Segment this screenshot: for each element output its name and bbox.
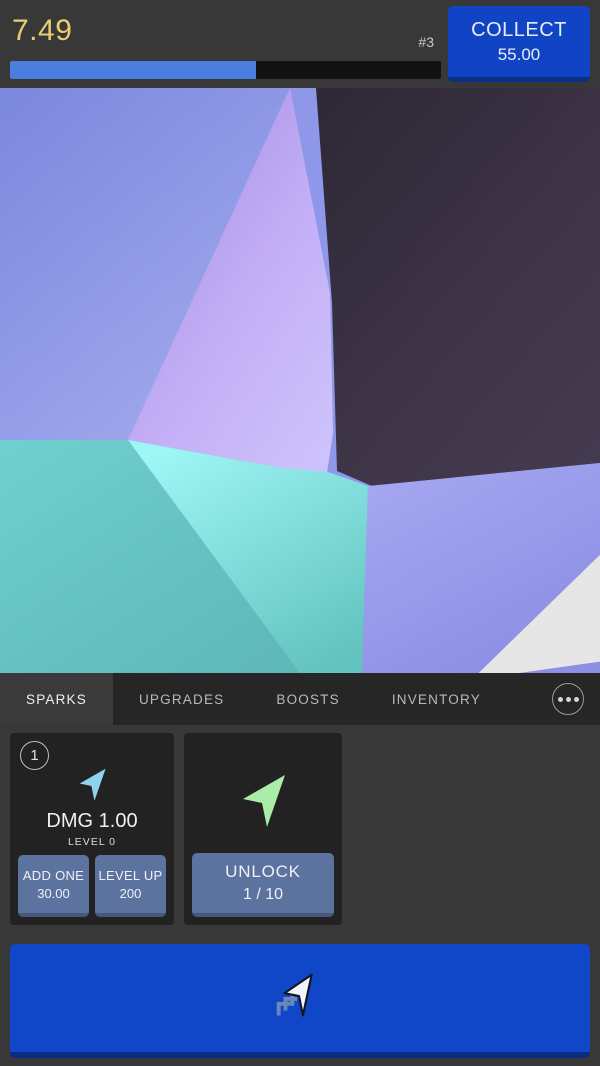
tab-bar-spacer <box>507 673 552 725</box>
cell-periwinkle-bottom-right <box>362 463 600 673</box>
level-up-button[interactable]: LEVEL UP 200 <box>95 855 166 917</box>
tab-boosts[interactable]: BOOSTS <box>250 673 365 725</box>
arrow-spark-icon <box>243 775 285 827</box>
ellipsis-icon[interactable] <box>552 683 584 715</box>
arrow-spark-icon <box>79 768 106 801</box>
tab-boosts-label: BOOSTS <box>276 691 340 707</box>
unlock-button-progress: 1 / 10 <box>242 886 284 903</box>
spark-card-actions: ADD ONE 30.00 LEVEL UP 200 <box>18 855 166 917</box>
unlock-button-label: UNLOCK <box>225 862 301 881</box>
locked-card-actions: UNLOCK 1 / 10 <box>192 853 334 917</box>
unlock-button[interactable]: UNLOCK 1 / 10 <box>192 853 334 917</box>
tab-upgrades-label: UPGRADES <box>138 691 225 707</box>
collect-button[interactable]: COLLECT 55.00 <box>448 6 590 82</box>
level-up-button-label: LEVEL UP <box>98 867 163 883</box>
tab-inventory-label: INVENTORY <box>391 691 481 707</box>
spark-level-label: LEVEL 0 <box>67 835 117 848</box>
add-one-button-cost: 30.00 <box>37 885 70 901</box>
ellipsis-dot <box>557 696 563 702</box>
score-display: 7.49 <box>12 14 73 47</box>
hud-header: 7.49 #3 COLLECT 55.00 <box>0 0 600 88</box>
tab-inventory[interactable]: INVENTORY <box>366 673 507 725</box>
ellipsis-dot <box>565 696 571 702</box>
game-canvas[interactable] <box>0 88 600 673</box>
add-one-button-label: ADD ONE <box>22 867 85 883</box>
level-up-button-cost: 200 <box>119 885 142 901</box>
spark-damage-label: DMG 1.00 <box>46 809 138 832</box>
progress-bar <box>10 61 441 79</box>
cell-dark-top-right <box>316 88 600 486</box>
tab-upgrades[interactable]: UPGRADES <box>113 673 250 725</box>
spark-card-locked[interactable]: UNLOCK 1 / 10 <box>184 733 342 925</box>
game-screen: 7.49 #3 COLLECT 55.00 SPARKS UPGRADES BO… <box>0 0 600 1066</box>
spark-card[interactable]: 1 DMG 1.00 LEVEL 0 ADD ONE 30.00 LEVEL U… <box>10 733 174 925</box>
add-one-button[interactable]: ADD ONE 30.00 <box>18 855 89 917</box>
progress-bar-fill <box>10 61 256 79</box>
spark-card-list: 1 DMG 1.00 LEVEL 0 ADD ONE 30.00 LEVEL U… <box>0 725 600 940</box>
action-bar <box>0 940 600 1066</box>
spark-card-badge: 1 <box>20 741 49 770</box>
rank-label: #3 <box>418 34 434 50</box>
tab-sparks-label: SPARKS <box>26 691 87 707</box>
ellipsis-dot <box>573 696 579 702</box>
click-action-button[interactable] <box>10 944 590 1058</box>
voronoi-cells <box>0 88 600 673</box>
collect-button-label: COLLECT <box>471 18 567 41</box>
collect-button-value: 55.00 <box>497 44 541 64</box>
tab-bar: SPARKS UPGRADES BOOSTS INVENTORY <box>0 673 600 725</box>
click-cursor-icon <box>276 973 313 1017</box>
tab-sparks[interactable]: SPARKS <box>0 673 113 725</box>
